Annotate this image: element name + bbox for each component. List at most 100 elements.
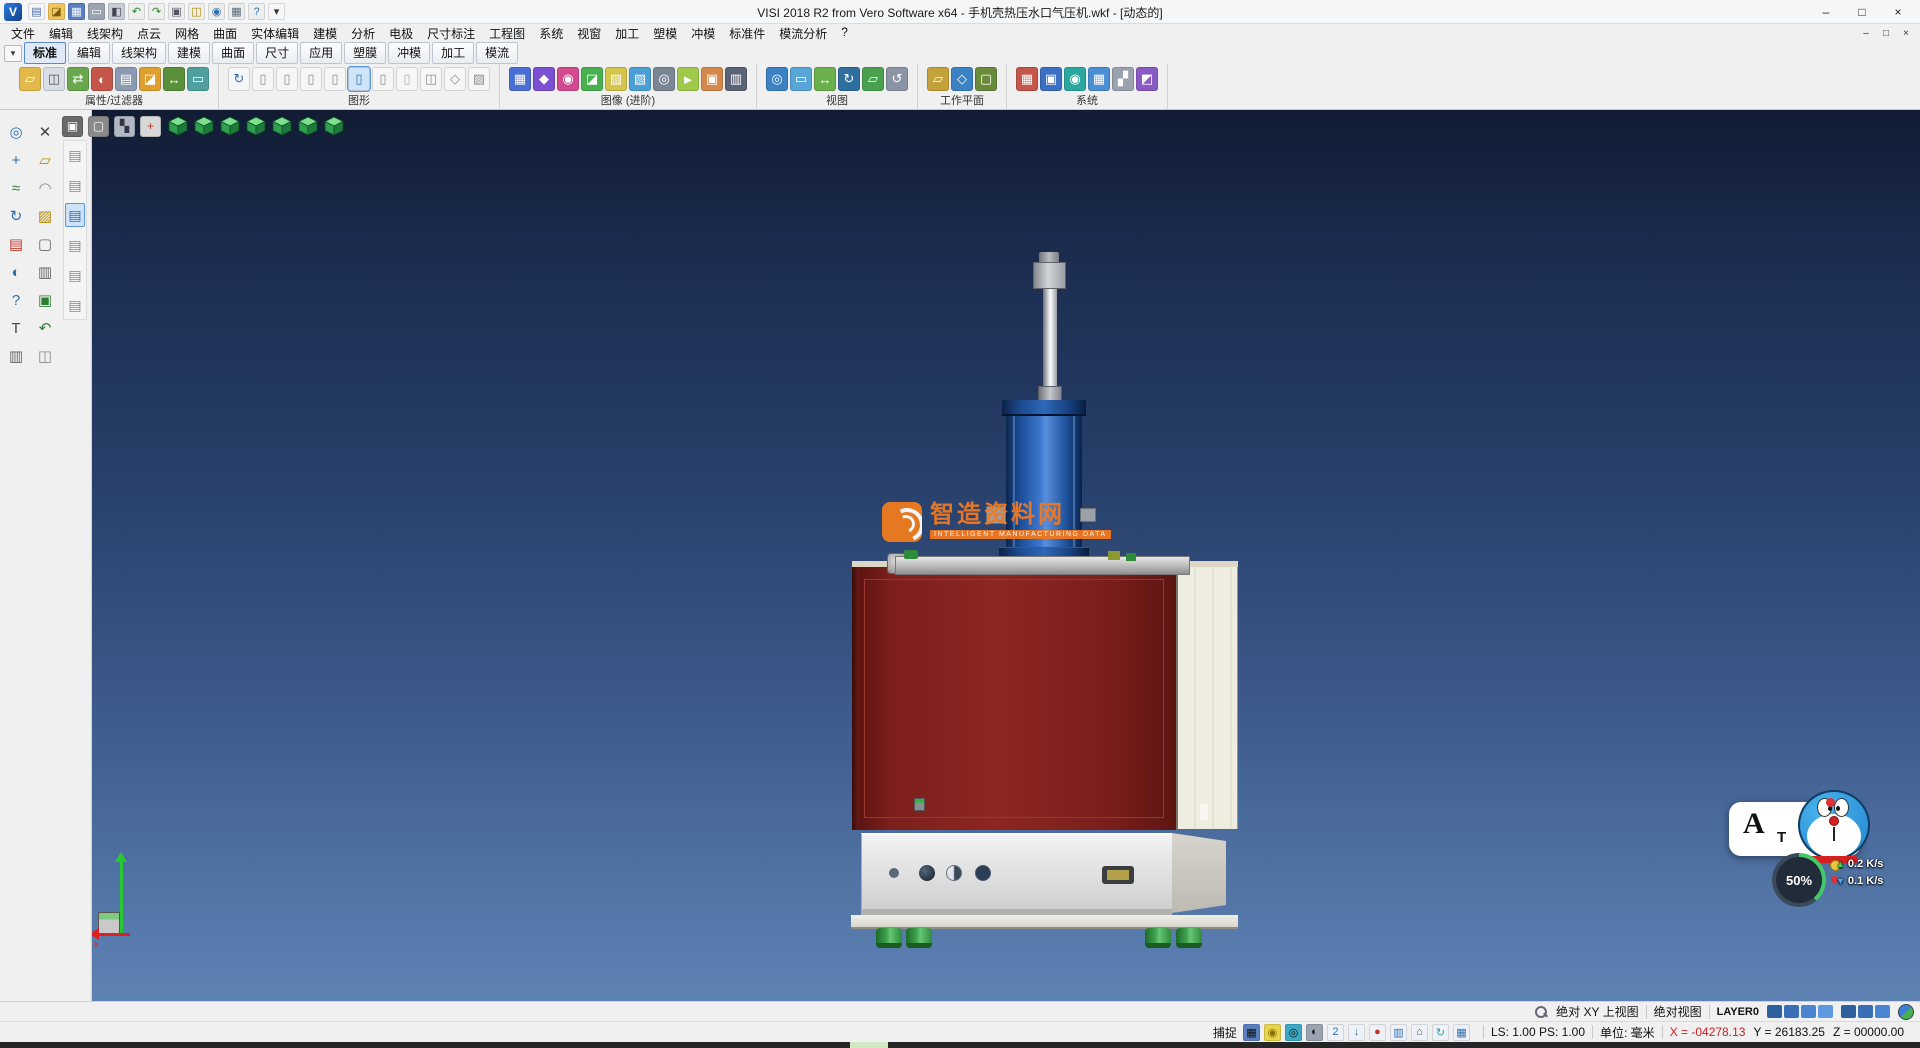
tab-surface[interactable]: 曲面 (212, 42, 254, 64)
stack-icon[interactable]: ▥ (32, 260, 58, 284)
tab-dimension[interactable]: 尺寸 (256, 42, 298, 64)
tab-mould[interactable]: 塑膜 (344, 42, 386, 64)
filter-hidden-icon[interactable]: ▤ (65, 263, 85, 287)
layer-manager-icon[interactable]: ▦ (1016, 67, 1038, 91)
paste-icon[interactable]: ◫ (188, 3, 205, 20)
system-globe-icon[interactable]: ◉ (1064, 67, 1086, 91)
view-front-icon[interactable] (192, 114, 216, 138)
mdi-close-button[interactable]: × (1896, 28, 1916, 39)
undo-icon[interactable]: ↶ (128, 3, 145, 20)
redo-icon[interactable]: ↷ (148, 3, 165, 20)
filter-all-icon[interactable]: ▤ (65, 143, 85, 167)
sketch-icon[interactable]: ▱ (32, 148, 58, 172)
tab-edit[interactable]: 编辑 (68, 42, 110, 64)
menu-item[interactable]: 冲模 (684, 25, 722, 42)
zoom-window-icon[interactable]: ▭ (790, 67, 812, 91)
globe-icon[interactable]: ◎ (1285, 1024, 1302, 1041)
zoom-select-icon[interactable]: ◎ (3, 120, 29, 144)
filter-color-icon[interactable]: ◐ (91, 67, 113, 91)
render-mode-icon[interactable] (1898, 1004, 1914, 1020)
move-icon[interactable]: + (3, 148, 29, 172)
machine-model[interactable] (92, 110, 1920, 1001)
menu-item[interactable]: 模流分析 (772, 25, 834, 42)
render-scene-icon[interactable]: ▦ (509, 67, 531, 91)
view-left-icon[interactable] (244, 114, 268, 138)
render-texture-icon[interactable]: ▨ (605, 67, 627, 91)
perspective-icon[interactable]: ◇ (444, 67, 466, 91)
grid-icon[interactable]: ▦ (228, 3, 245, 20)
filter-extra-icon[interactable]: ▤ (65, 293, 85, 317)
plot-icon[interactable]: ◧ (108, 3, 125, 20)
layer-color-chip[interactable] (1818, 1005, 1833, 1018)
open-file-icon[interactable]: ◪ (48, 3, 65, 20)
view-back-icon[interactable] (296, 114, 320, 138)
zoom-all-icon[interactable]: ◎ (766, 67, 788, 91)
new-file-icon[interactable]: ▤ (28, 3, 45, 20)
copy-icon[interactable]: ▣ (168, 3, 185, 20)
sphere-icon[interactable]: ◐ (3, 260, 29, 284)
render-light-icon[interactable]: ◉ (557, 67, 579, 91)
chart-icon[interactable]: ▥ (1390, 1024, 1407, 1041)
render-camera-icon[interactable]: ◎ (653, 67, 675, 91)
render-shadow-icon[interactable]: ◪ (581, 67, 603, 91)
attribute-edit-icon[interactable]: ▱ (19, 67, 41, 91)
redraw-icon[interactable]: ↺ (886, 67, 908, 91)
percent-ring[interactable]: 50% (1772, 853, 1826, 907)
minimize-button[interactable]: – (1808, 0, 1844, 23)
view-iso-icon[interactable] (166, 114, 190, 138)
filter-swap-icon[interactable]: ↔ (163, 67, 185, 91)
render-settings-icon[interactable]: ▥ (725, 67, 747, 91)
workplane-view-icon[interactable]: ◇ (951, 67, 973, 91)
layer-color-chip[interactable] (1841, 1005, 1856, 1018)
view-mode-label[interactable]: 绝对视图 (1654, 1003, 1702, 1020)
workplane-xy-icon[interactable]: ▱ (927, 67, 949, 91)
tabbar-dropdown-icon[interactable]: ▾ (4, 45, 22, 62)
preview-icon[interactable]: ◉ (208, 3, 225, 20)
tab-machining[interactable]: 加工 (432, 42, 474, 64)
render-animation-icon[interactable]: ► (677, 67, 699, 91)
rotate-view-icon[interactable]: ↻ (838, 67, 860, 91)
menu-item[interactable]: 建模 (306, 25, 344, 42)
mdi-restore-button[interactable]: □ (1876, 28, 1896, 39)
columns-icon[interactable]: ▥ (3, 344, 29, 368)
maximize-button[interactable]: □ (1844, 0, 1880, 23)
filter-layer-icon[interactable]: ▤ (115, 67, 137, 91)
render-capture-icon[interactable]: ▣ (701, 67, 723, 91)
translucent-icon[interactable]: ▯ (372, 67, 394, 91)
section-view-icon[interactable]: ◫ (420, 67, 442, 91)
shaded-icon[interactable]: ▯ (300, 67, 322, 91)
render-material-icon[interactable]: ◆ (533, 67, 555, 91)
hatch-icon[interactable]: ▨ (32, 204, 58, 228)
filter-surface-icon[interactable]: ▤ (65, 233, 85, 257)
tab-die[interactable]: 冲模 (388, 42, 430, 64)
workplane-entity-icon[interactable]: ▢ (975, 67, 997, 91)
hidden-line-icon[interactable]: ▯ (276, 67, 298, 91)
filter-solid-icon[interactable]: ▤ (65, 203, 85, 227)
menu-item[interactable]: 加工 (608, 25, 646, 42)
menu-item[interactable]: 工程图 (482, 25, 532, 42)
layer-color-chip[interactable] (1858, 1005, 1873, 1018)
3d-viewport[interactable]: 智造资料网 INTELLIGENT MANUFACTURING DATA x A… (92, 110, 1920, 1001)
grid-status-icon[interactable]: ▦ (1453, 1024, 1470, 1041)
sheet-icon[interactable]: ▢ (32, 232, 58, 256)
snap-label[interactable]: 捕捉 (1213, 1024, 1237, 1041)
arc-icon[interactable]: ◠ (32, 176, 58, 200)
tab-wireframe[interactable]: 线架构 (112, 42, 166, 64)
help-icon[interactable]: ? (248, 3, 265, 20)
view-bottom-icon[interactable] (322, 114, 346, 138)
tab-standard[interactable]: 标准 (24, 42, 66, 64)
box-icon[interactable]: ▣ (32, 288, 58, 312)
view-right-icon[interactable] (270, 114, 294, 138)
absolute-view-label[interactable]: 绝对 XY 上视图 (1556, 1003, 1638, 1020)
pan-icon[interactable]: ↔ (814, 67, 836, 91)
shaded-edges-icon[interactable]: ▯ (324, 67, 346, 91)
refresh-graphics-icon[interactable]: ↻ (228, 67, 250, 91)
menu-item[interactable]: 曲面 (206, 25, 244, 42)
menu-item[interactable]: 线架构 (80, 25, 130, 42)
axis-toggle-icon[interactable]: + (140, 116, 161, 137)
menu-item[interactable]: ? (834, 25, 855, 42)
record-icon[interactable]: ● (1369, 1024, 1386, 1041)
layer-color-chip[interactable] (1767, 1005, 1782, 1018)
system-snap-icon[interactable]: ▞ (1112, 67, 1134, 91)
tab-application[interactable]: 应用 (300, 42, 342, 64)
